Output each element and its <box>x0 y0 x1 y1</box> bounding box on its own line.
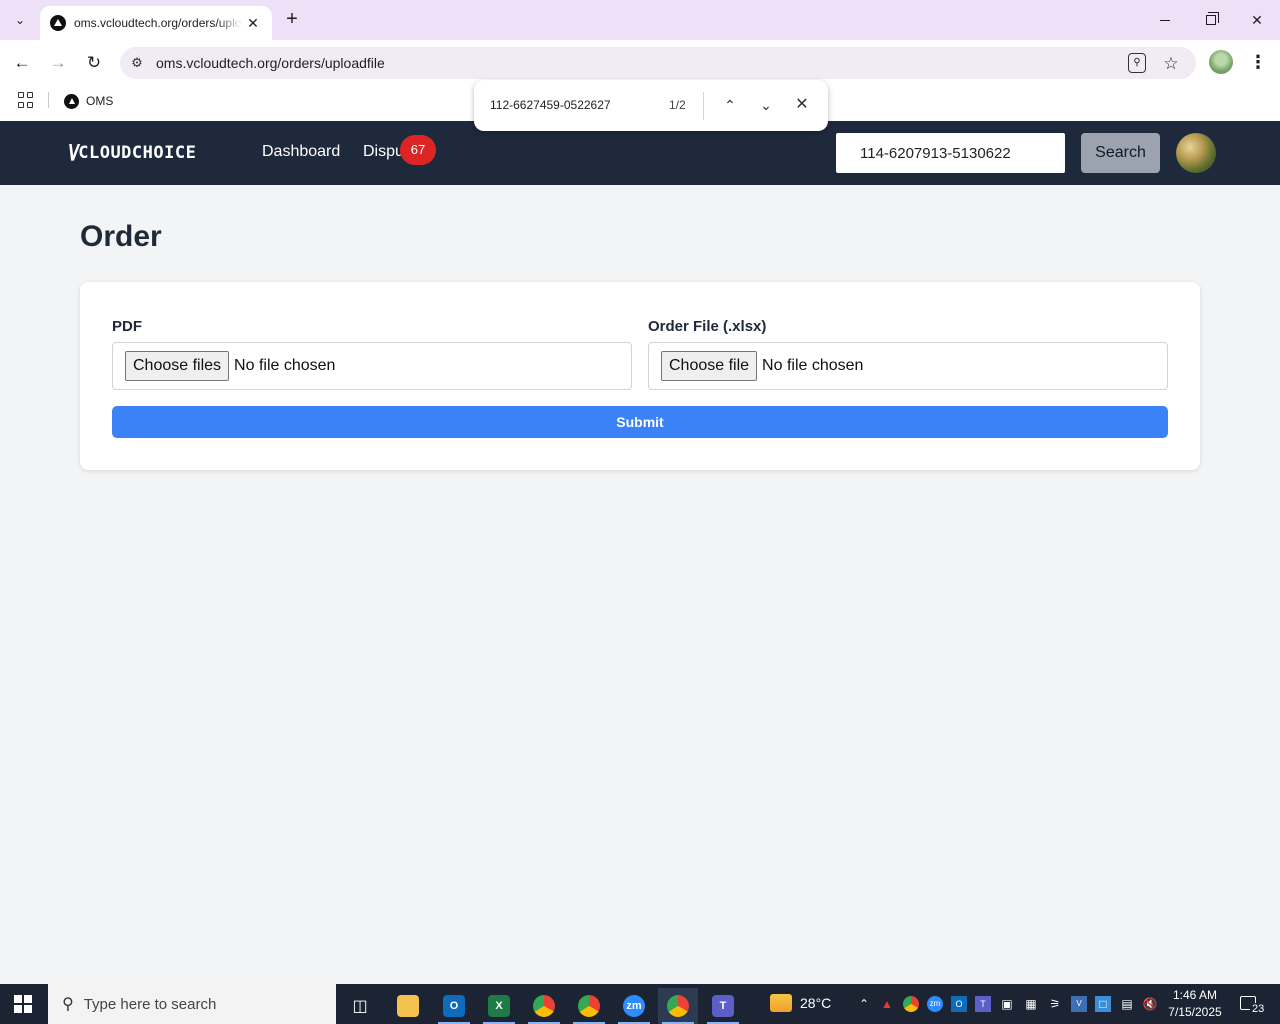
order-file-label: Order File (.xlsx) <box>648 318 767 335</box>
user-avatar[interactable] <box>1176 133 1216 173</box>
tab-title: oms.vcloudtech.org/orders/uploadfile <box>74 16 242 30</box>
oms-favicon-icon <box>64 93 79 109</box>
chrome-profile-2-icon[interactable] <box>569 988 609 1024</box>
nav-dashboard-link[interactable]: Dashboard <box>262 143 340 161</box>
browser-menu-kebab-icon[interactable]: ⋮ <box>1248 50 1268 74</box>
find-input[interactable]: 112-6627459-0522627 <box>490 98 611 112</box>
notification-count: 23 <box>1250 1003 1267 1015</box>
zoom-tray-icon[interactable]: zm <box>927 996 943 1012</box>
wifi-tray-icon[interactable]: ⚞ <box>1047 996 1063 1012</box>
acrobat-tray-icon[interactable]: ▲ <box>879 996 895 1012</box>
new-tab-plus-icon[interactable]: + <box>280 8 304 32</box>
outlook-icon[interactable]: O <box>434 988 474 1024</box>
apps-grid-icon[interactable] <box>18 92 34 108</box>
pdf-label: PDF <box>112 318 142 335</box>
zoom-icon[interactable]: zm <box>614 988 654 1024</box>
pdf-file-input[interactable]: Choose files No file chosen <box>112 342 632 390</box>
bookmark-oms[interactable]: OMS <box>64 90 113 112</box>
windows-start-icon[interactable] <box>14 995 32 1013</box>
page-title: Order <box>80 220 162 253</box>
search-icon: ⚲ <box>62 996 74 1013</box>
teams-tray-icon[interactable]: T <box>975 996 991 1012</box>
reload-icon[interactable]: ↻ <box>80 49 108 77</box>
address-url[interactable]: oms.vcloudtech.org/orders/uploadfile <box>156 55 385 71</box>
vpn-tray-icon[interactable]: V <box>1071 996 1087 1012</box>
restore-icon <box>1206 12 1219 25</box>
outlook-tray-icon[interactable]: O <box>951 996 967 1012</box>
browser-tab-bar: ⌄ oms.vcloudtech.org/orders/uploadfile ✕… <box>0 0 1280 40</box>
teams-icon[interactable]: T <box>703 988 743 1024</box>
cloudchoice-logo[interactable]: \/ CLOUDCHOICE <box>68 140 197 165</box>
excel-icon[interactable]: X <box>479 988 519 1024</box>
find-next-chevron-down-icon[interactable]: ⌄ <box>754 93 778 117</box>
window-close-button[interactable]: ✕ <box>1234 6 1280 34</box>
weather-widget[interactable]: 28°C <box>770 994 831 1012</box>
chrome-tray-icon[interactable] <box>903 996 919 1012</box>
bookmark-star-icon[interactable]: ☆ <box>1160 53 1182 75</box>
bookmarks-divider <box>48 92 49 108</box>
tab-close-icon[interactable]: ✕ <box>244 14 262 32</box>
order-search-input[interactable] <box>836 133 1065 173</box>
pdf-file-status: No file chosen <box>234 357 336 374</box>
windows-taskbar: ⚲ Type here to search ◫ O X zm T 28°C ⌃ … <box>0 984 1280 1024</box>
order-choose-file-button[interactable]: Choose file <box>661 351 758 381</box>
back-arrow-icon[interactable]: ← <box>8 49 36 77</box>
taskbar-search-placeholder: Type here to search <box>83 995 217 1013</box>
bookmark-label: OMS <box>86 94 114 108</box>
find-in-page-icon[interactable]: ⚲ <box>1128 53 1146 73</box>
find-bar: 112-6627459-0522627 1/2 ⌃ ⌄ ✕ <box>474 80 828 131</box>
site-info-icon[interactable]: ⚙ <box>128 54 146 72</box>
profile-avatar-icon[interactable] <box>1209 50 1233 74</box>
taskbar-clock[interactable]: 1:46 AM 7/15/2025 <box>1166 987 1224 1021</box>
browser-tab-active[interactable]: oms.vcloudtech.org/orders/uploadfile ✕ <box>40 6 272 40</box>
address-bar[interactable]: ⚙ oms.vcloudtech.org/orders/uploadfile ⚲… <box>120 47 1196 79</box>
network-tray-icon[interactable]: ▦ <box>1023 996 1039 1012</box>
taskbar-search-box[interactable]: ⚲ Type here to search <box>48 984 336 1024</box>
task-view-icon[interactable]: ◫ <box>340 988 380 1024</box>
window-minimize-button[interactable] <box>1142 6 1188 34</box>
oms-favicon-icon <box>50 15 66 31</box>
minimize-icon <box>1160 19 1170 21</box>
nav-disputes-link[interactable]: Dispu <box>363 143 404 161</box>
logo-text: CLOUDCHOICE <box>78 143 197 163</box>
chrome-profile-3-icon[interactable] <box>658 988 698 1024</box>
find-match-count: 1/2 <box>669 98 686 112</box>
disputes-count-badge: 67 <box>400 135 436 165</box>
close-icon: ✕ <box>1251 11 1263 28</box>
display-tray-icon[interactable]: ▣ <box>999 996 1015 1012</box>
search-button[interactable]: Search <box>1081 133 1160 173</box>
find-divider <box>703 92 704 120</box>
submit-button[interactable]: Submit <box>112 406 1168 438</box>
upload-form-card: PDF Choose files No file chosen Order Fi… <box>80 282 1200 470</box>
app-tray-icon[interactable]: □ <box>1095 996 1111 1012</box>
window-restore-button[interactable] <box>1188 6 1234 34</box>
ethernet-tray-icon[interactable]: ▤ <box>1119 996 1135 1012</box>
clock-date: 7/15/2025 <box>1168 1005 1222 1019</box>
find-close-icon[interactable]: ✕ <box>790 93 814 117</box>
tray-chevron-up-icon[interactable]: ⌃ <box>856 996 872 1012</box>
temperature: 28°C <box>800 995 832 1011</box>
volume-muted-icon[interactable]: 🔇 <box>1142 996 1158 1012</box>
weather-sun-icon <box>770 994 792 1012</box>
logo-mark: \/ <box>68 140 78 165</box>
tab-search-chevron-icon[interactable]: ⌄ <box>6 7 34 33</box>
chrome-profile-1-icon[interactable] <box>524 988 564 1024</box>
order-file-status: No file chosen <box>762 357 864 374</box>
forward-arrow-icon[interactable]: → <box>44 49 72 77</box>
find-previous-chevron-up-icon[interactable]: ⌃ <box>718 93 742 117</box>
pdf-choose-files-button[interactable]: Choose files <box>125 351 230 381</box>
clock-time: 1:46 AM <box>1172 988 1218 1002</box>
order-file-input[interactable]: Choose file No file chosen <box>648 342 1168 390</box>
notification-center-button[interactable]: 23 <box>1238 994 1272 1016</box>
file-explorer-icon[interactable] <box>388 988 428 1024</box>
